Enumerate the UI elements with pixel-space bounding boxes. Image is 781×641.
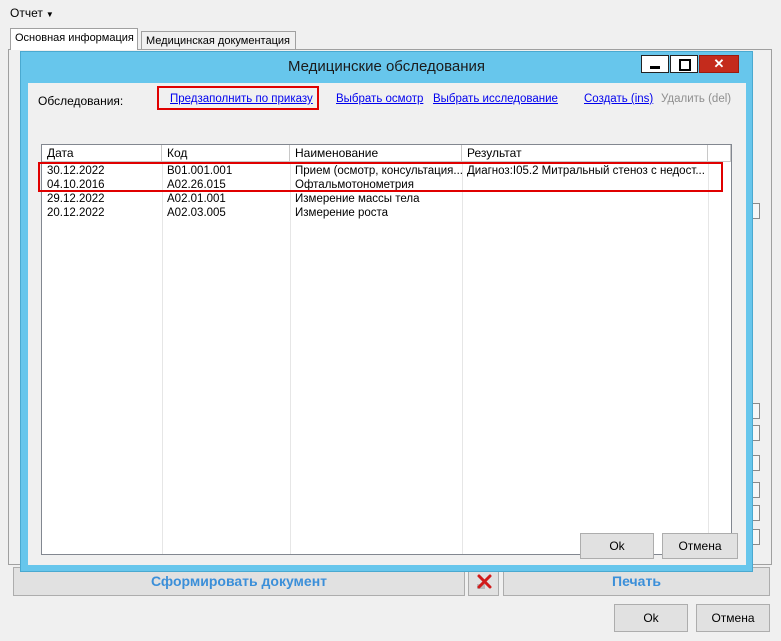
- table-row[interactable]: 20.12.2022 A02.03.005 Измерение роста: [42, 207, 731, 220]
- table-row[interactable]: 29.12.2022 A02.01.001 Измерение массы те…: [42, 193, 731, 206]
- report-menu-label: Отчет: [10, 6, 43, 20]
- dialog-cancel-label: Отмена: [678, 539, 722, 553]
- column-header-spacer: [708, 145, 731, 162]
- cell-name: Измерение массы тела: [295, 193, 420, 205]
- maximize-button[interactable]: [670, 55, 698, 73]
- main-ok-button[interactable]: Ok: [614, 604, 688, 632]
- column-header-result[interactable]: Результат: [462, 145, 708, 162]
- create-link[interactable]: Создать (ins): [584, 93, 653, 105]
- select-study-link[interactable]: Выбрать исследование: [433, 93, 558, 105]
- minimize-button[interactable]: [641, 55, 669, 73]
- main-cancel-button[interactable]: Отмена: [696, 604, 770, 632]
- close-button[interactable]: ✕: [699, 55, 739, 73]
- cell-result: [462, 207, 708, 220]
- column-divider: [708, 162, 709, 554]
- generate-document-label: Сформировать документ: [150, 573, 328, 589]
- close-icon: ✕: [713, 56, 725, 71]
- main-cancel-label: Отмена: [711, 611, 755, 625]
- tab-main-info-label: Основная информация: [15, 32, 134, 44]
- column-header-date[interactable]: Дата: [42, 145, 162, 162]
- dialog-cancel-button[interactable]: Отмена: [662, 533, 738, 559]
- exams-label: Обследования:: [38, 94, 124, 108]
- dialog-ok-label: Ok: [609, 539, 625, 553]
- main-ok-label: Ok: [643, 611, 659, 625]
- cell-date: 20.12.2022: [47, 207, 105, 219]
- tab-main-info[interactable]: Основная информация: [10, 28, 138, 50]
- highlight-added-rows: [38, 162, 723, 192]
- select-exam-link[interactable]: Выбрать осмотр: [336, 93, 423, 105]
- tab-medical-docs-label: Медицинская документация: [146, 35, 290, 47]
- column-divider: [290, 162, 291, 554]
- print-label: Печать: [612, 573, 661, 589]
- maximize-icon: [679, 59, 691, 71]
- column-divider: [462, 162, 463, 554]
- chevron-down-icon: ▼: [45, 10, 54, 19]
- tab-medical-docs[interactable]: Медицинская документация: [141, 31, 296, 49]
- column-header-name[interactable]: Наименование: [290, 145, 462, 162]
- delete-red-x-icon: [476, 574, 491, 589]
- cell-date: 29.12.2022: [47, 193, 105, 205]
- minimize-icon: [650, 66, 660, 69]
- delete-link-disabled: Удалить (del): [661, 93, 732, 105]
- prefill-by-order-link[interactable]: Предзаполнить по приказу: [170, 93, 313, 105]
- cell-code: A02.01.001: [167, 193, 226, 205]
- cell-result: [462, 193, 708, 206]
- medical-exams-dialog: Медицинские обследования ✕ Обследования:…: [20, 51, 753, 572]
- exams-table: Дата Код Наименование Результат 30.12.20…: [41, 144, 732, 555]
- column-divider: [162, 162, 163, 554]
- report-menu[interactable]: Отчет ▼: [10, 6, 54, 20]
- dialog-client-area: Обследования: Предзаполнить по приказу В…: [28, 83, 746, 565]
- cell-code: A02.03.005: [167, 207, 226, 219]
- cell-name: Измерение роста: [295, 207, 389, 219]
- dialog-ok-button[interactable]: Ok: [580, 533, 654, 559]
- column-header-code[interactable]: Код: [162, 145, 290, 162]
